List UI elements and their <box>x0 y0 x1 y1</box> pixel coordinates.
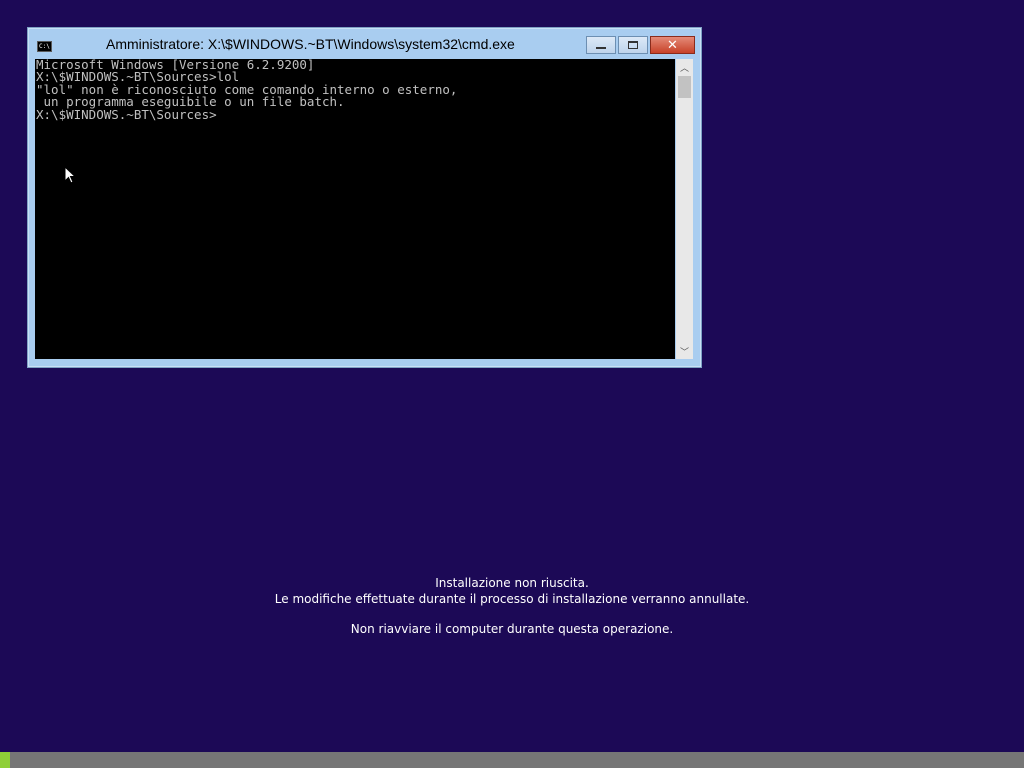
setup-status: Installazione non riuscita. Le modifiche… <box>0 576 1024 638</box>
window-title: Amministratore: X:\$WINDOWS.~BT\Windows\… <box>106 36 515 52</box>
caption-buttons: ✕ <box>586 36 695 54</box>
vertical-scrollbar[interactable]: ︿ ﹀ <box>676 59 693 359</box>
window-titlebar[interactable]: C:\. Amministratore: X:\$WINDOWS.~BT\Win… <box>28 28 701 58</box>
console-output[interactable]: Microsoft Windows [Versione 6.2.9200] X:… <box>35 59 675 359</box>
maximize-icon <box>628 41 638 49</box>
setup-message-rollback: Le modifiche effettuate durante il proce… <box>274 591 750 606</box>
maximize-button[interactable] <box>618 36 648 54</box>
chevron-down-icon: ﹀ <box>679 347 689 358</box>
chevron-up-icon: ︿ <box>679 63 689 74</box>
close-icon: ✕ <box>667 37 678 53</box>
scroll-thumb[interactable] <box>678 76 691 98</box>
close-button[interactable]: ✕ <box>650 36 695 54</box>
setup-message-failed: Installazione non riuscita. <box>435 576 589 590</box>
mouse-pointer-icon <box>64 166 77 184</box>
minimize-icon <box>596 47 606 49</box>
cmd-icon[interactable]: C:\. <box>37 41 52 52</box>
cmd-window[interactable]: C:\. Amministratore: X:\$WINDOWS.~BT\Win… <box>27 27 702 368</box>
progress-fill <box>0 752 11 768</box>
progress-bar <box>0 752 1024 768</box>
scroll-up-button[interactable]: ︿ <box>676 59 693 75</box>
scroll-down-button[interactable]: ﹀ <box>676 343 693 359</box>
setup-message-warning: Non riavviare il computer durante questa… <box>350 622 674 636</box>
minimize-button[interactable] <box>586 36 616 54</box>
console-prompt[interactable]: X:\$WINDOWS.~BT\Sources> <box>35 108 675 121</box>
